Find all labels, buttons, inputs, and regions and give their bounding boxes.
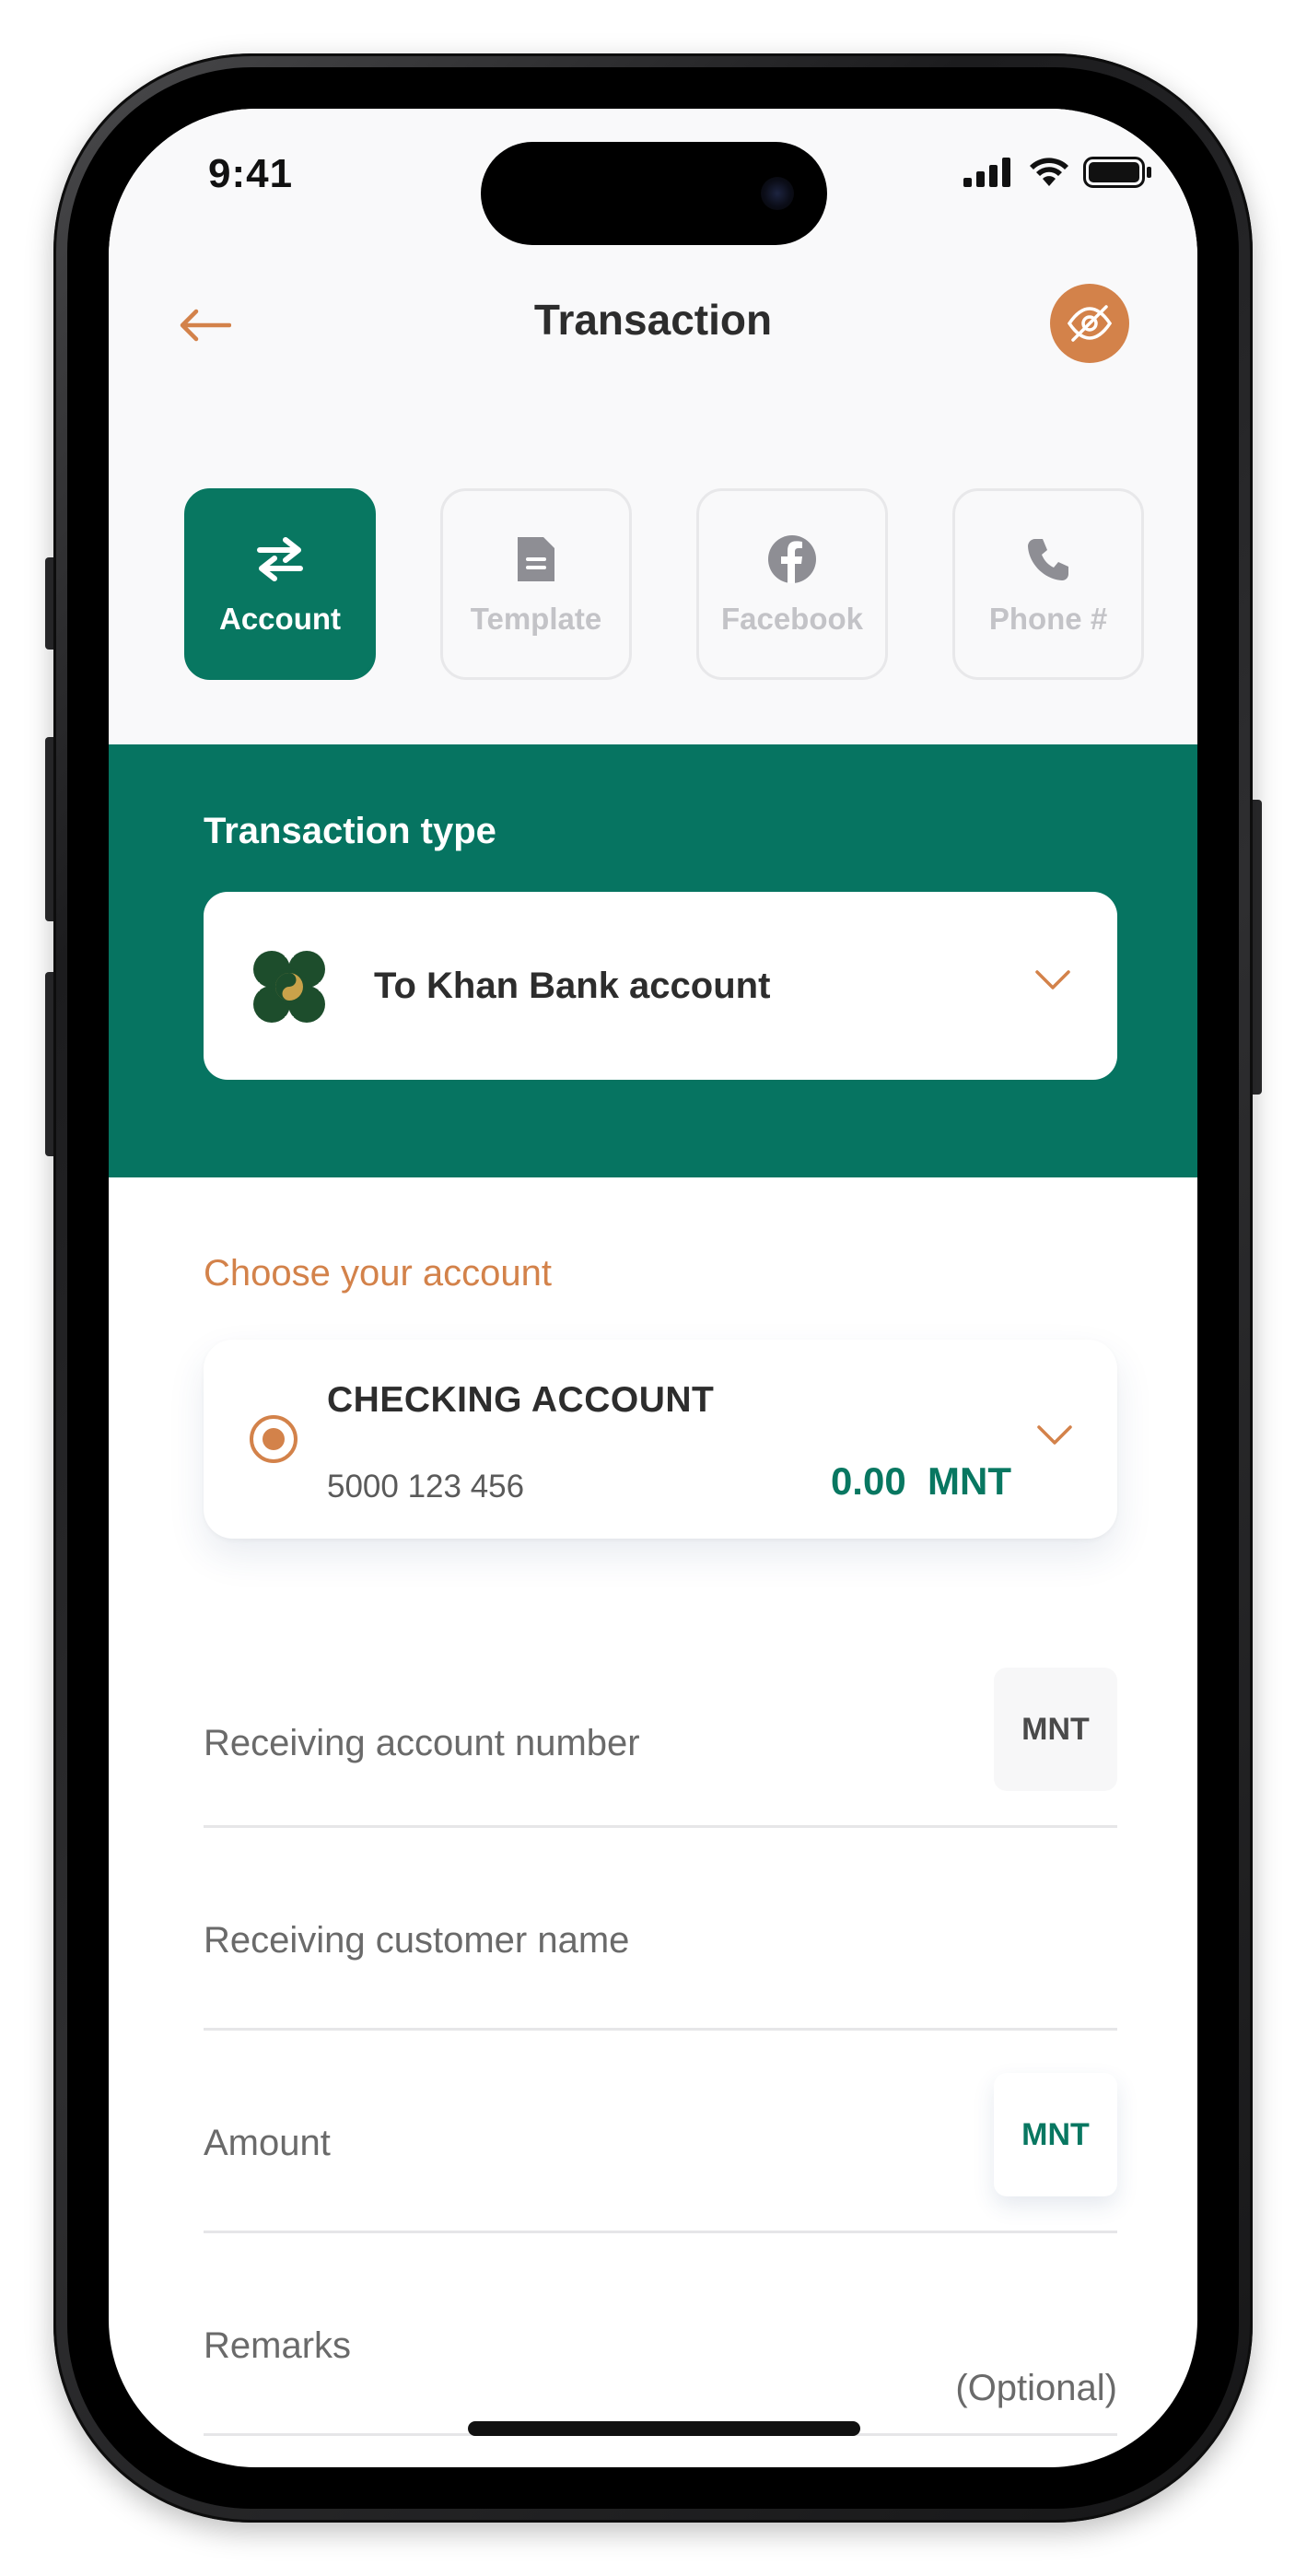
wifi-icon — [1030, 158, 1068, 186]
choose-account-label: Choose your account — [204, 1253, 553, 1294]
khan-bank-logo-icon — [252, 950, 326, 1024]
tab-account[interactable]: Account — [184, 488, 376, 680]
phone-icon — [1024, 532, 1072, 587]
amount-field[interactable]: Amount MNT — [204, 2031, 1117, 2233]
chevron-down-icon — [1035, 970, 1070, 989]
battery-icon — [1083, 157, 1151, 188]
amount-placeholder: Amount — [204, 2123, 331, 2163]
tab-facebook[interactable]: Facebook — [696, 488, 888, 680]
tab-label: Template — [470, 602, 602, 636]
transfer-arrows-icon — [252, 532, 308, 587]
account-radio[interactable] — [250, 1415, 298, 1463]
account-number: 5000 123 456 — [327, 1469, 525, 1505]
dynamic-island — [481, 142, 827, 245]
chevron-down-icon — [1037, 1425, 1072, 1445]
transaction-type-section: Transaction type To Khan Bank account — [109, 744, 1197, 1177]
tab-phone[interactable]: Phone # — [952, 488, 1144, 680]
receiving-account-placeholder: Receiving account number — [204, 1723, 640, 1763]
account-balance: 0.00 MNT — [830, 1459, 1011, 1503]
tab-template[interactable]: Template — [440, 488, 632, 680]
status-time: 9:41 — [208, 151, 294, 196]
home-indicator[interactable] — [468, 2421, 860, 2436]
status-icons — [963, 157, 1153, 188]
remarks-placeholder: Remarks — [204, 2325, 352, 2366]
transaction-type-title: Transaction type — [204, 811, 496, 851]
tab-label: Facebook — [720, 602, 864, 636]
eye-off-icon — [1067, 305, 1113, 342]
amount-currency-button[interactable]: MNT — [994, 2073, 1117, 2196]
remarks-optional-hint: (Optional) — [955, 2368, 1117, 2408]
app-screen: 9:41 Transaction Account Template Facebo… — [109, 109, 1197, 2467]
receiving-name-placeholder: Receiving customer name — [204, 1920, 630, 1961]
receiving-name-field[interactable]: Receiving customer name — [204, 1828, 1117, 2031]
document-icon — [514, 532, 558, 587]
account-selector[interactable]: CHECKING ACCOUNT 5000 123 456 0.00 MNT — [204, 1340, 1117, 1539]
camera-icon — [761, 177, 794, 210]
account-name: CHECKING ACCOUNT — [327, 1380, 715, 1420]
cellular-signal-icon — [963, 158, 1010, 187]
transaction-type-dropdown[interactable]: To Khan Bank account — [204, 892, 1117, 1080]
facebook-icon — [767, 532, 817, 587]
hide-balance-button[interactable] — [1050, 284, 1129, 363]
tab-label: Phone # — [988, 602, 1108, 636]
transaction-method-tabs: Account Template Facebook Phone # — [184, 488, 1144, 680]
remarks-field[interactable]: Remarks (Optional) — [204, 2233, 1117, 2436]
receiving-account-currency-button[interactable]: MNT — [994, 1668, 1117, 1791]
transaction-type-value: To Khan Bank account — [374, 966, 771, 1006]
receiving-account-field[interactable]: Receiving account number MNT — [204, 1668, 1117, 1828]
tab-label: Account — [219, 602, 341, 636]
radio-selected-dot — [263, 1428, 285, 1450]
page-title: Transaction — [533, 296, 773, 344]
